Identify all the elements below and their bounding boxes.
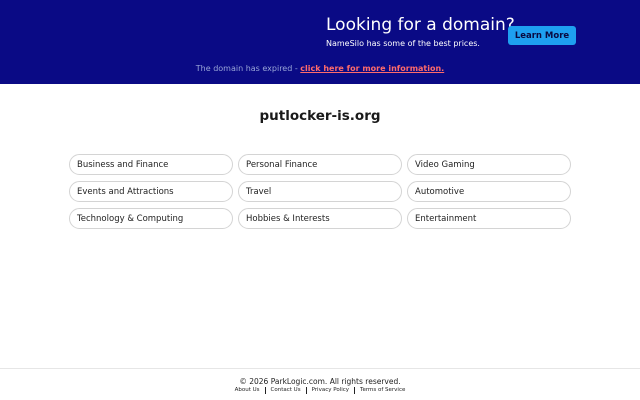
expired-notice: The domain has expired - click here for … <box>0 64 640 73</box>
category-link[interactable]: Hobbies & Interests <box>238 208 402 229</box>
category-grid: Business and Finance Personal Finance Vi… <box>69 154 571 229</box>
footer-links: About Us Contact Us Privacy Policy Terms… <box>0 387 640 394</box>
about-us-link[interactable]: About Us <box>230 387 265 394</box>
terms-of-service-link[interactable]: Terms of Service <box>354 387 410 394</box>
category-link[interactable]: Business and Finance <box>69 154 233 175</box>
category-link[interactable]: Events and Attractions <box>69 181 233 202</box>
contact-us-link[interactable]: Contact Us <box>264 387 306 394</box>
category-link[interactable]: Automotive <box>407 181 571 202</box>
category-link[interactable]: Video Gaming <box>407 154 571 175</box>
privacy-policy-link[interactable]: Privacy Policy <box>305 387 354 394</box>
copyright-text: © 2026 ParkLogic.com. All rights reserve… <box>239 377 401 386</box>
category-link[interactable]: Technology & Computing <box>69 208 233 229</box>
promo-subtitle: NameSilo has some of the best prices. <box>326 39 480 48</box>
domain-title: putlocker-is.org <box>259 108 381 124</box>
more-info-link[interactable]: click here for more information. <box>300 64 444 73</box>
learn-more-button[interactable]: Learn More <box>508 26 576 45</box>
promo-banner: Looking for a domain? NameSilo has some … <box>0 0 640 84</box>
promo-title: Looking for a domain? <box>326 15 515 35</box>
footer: © 2026 ParkLogic.com. All rights reserve… <box>0 368 640 400</box>
category-link[interactable]: Personal Finance <box>238 154 402 175</box>
expired-text: The domain has expired - <box>195 64 301 73</box>
category-link[interactable]: Travel <box>238 181 402 202</box>
category-link[interactable]: Entertainment <box>407 208 571 229</box>
